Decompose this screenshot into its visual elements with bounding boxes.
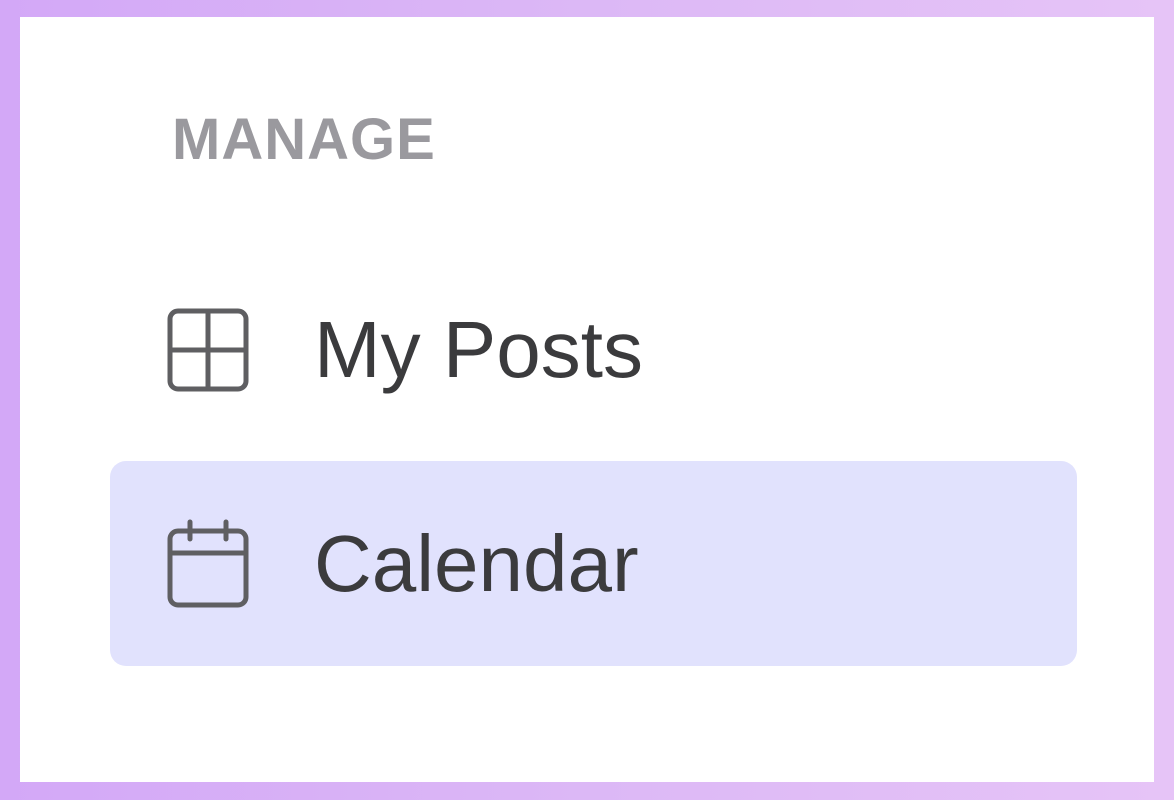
sidebar-item-my-posts[interactable]: My Posts: [110, 247, 1077, 452]
calendar-icon: [166, 519, 250, 607]
sidebar-item-calendar[interactable]: Calendar: [110, 461, 1077, 666]
section-title: MANAGE: [172, 107, 436, 172]
sidebar-panel: MANAGE My Posts Calendar: [20, 17, 1154, 782]
sidebar-item-label: My Posts: [314, 304, 643, 394]
sidebar-item-label: Calendar: [314, 518, 639, 608]
grid-icon: [166, 307, 250, 393]
